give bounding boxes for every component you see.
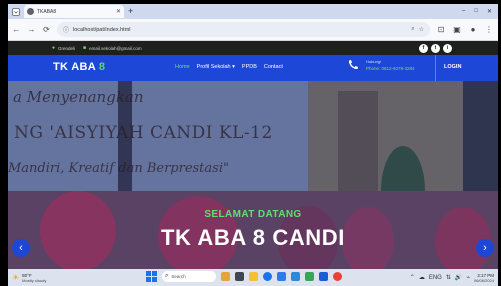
- site-topbar: ● Grendeli ■ email.sekolah@gmail.com f t…: [8, 41, 498, 55]
- menu-contact[interactable]: Contact: [264, 64, 283, 70]
- main-menu: Home Profil Sekolah ▾ PPDB Contact: [175, 64, 283, 70]
- reload-button[interactable]: ⟳: [42, 25, 51, 34]
- taskbar-search[interactable]: ⌕ Search: [162, 271, 216, 282]
- windows-taskbar: ☀ 80°F Mostly cloudy ⌕ Search ⌃ ☁ ENG ⇅ …: [8, 269, 498, 286]
- browser-tabbar: TKABA8 ✕ + – □ ✕: [8, 4, 498, 19]
- weather-desc: Mostly cloudy: [22, 277, 47, 283]
- site-logo[interactable]: TK ABA 8: [53, 61, 105, 73]
- show-hidden-icons[interactable]: ⌃: [410, 274, 415, 281]
- menu-profil-sekolah[interactable]: Profil Sekolah ▾: [197, 64, 235, 70]
- tab-search-icon[interactable]: [10, 6, 22, 18]
- hero-title: TK ABA 8 CANDI: [161, 225, 345, 250]
- cloud-icon[interactable]: ☁: [419, 274, 425, 281]
- nav-divider: [435, 55, 436, 81]
- location-text: Grendeli: [58, 45, 76, 51]
- location-pin-icon: ●: [52, 45, 56, 51]
- new-tab-button[interactable]: +: [128, 7, 133, 16]
- clock[interactable]: 3:17 PM 06/06/2024: [474, 273, 494, 283]
- globe-icon: [27, 8, 34, 15]
- social-links: f t i: [419, 43, 492, 53]
- banner-text-line-1: a Menyenangkan: [13, 88, 144, 106]
- weather-widget[interactable]: ☀ 80°F Mostly cloudy: [12, 273, 72, 283]
- profile-icon[interactable]: ●: [468, 25, 478, 34]
- vscode-icon[interactable]: [291, 272, 300, 281]
- taskbar-apps: ⌕ Search: [146, 271, 342, 282]
- email-text[interactable]: email.sekolah@gmail.com: [89, 46, 142, 51]
- bookmark-star-icon[interactable]: ☆: [419, 26, 424, 33]
- contact-phone: Hubungi Phone: 0812-9278-3284: [346, 58, 415, 72]
- widgets-app-icon[interactable]: [221, 272, 230, 281]
- site-navbar: TK ABA 8 Home Profil Sekolah ▾ PPDB Cont…: [8, 55, 498, 81]
- chrome-browser-icon[interactable]: [333, 272, 342, 281]
- language-indicator[interactable]: ENG: [429, 275, 442, 281]
- start-button[interactable]: [146, 271, 157, 282]
- phone-number: Phone: 0812-9278-3284: [366, 66, 415, 71]
- edge-browser-icon[interactable]: [263, 272, 272, 281]
- browser-toolbar: ← → ⟳ ⓘ localhost/pat/index.html ⌕ ☆ ⊡ ▣…: [8, 19, 498, 41]
- weather-texts: 80°F Mostly cloudy: [22, 273, 46, 283]
- window-controls: – □ ✕: [462, 8, 498, 15]
- menu-ppdb[interactable]: PPDB: [242, 64, 257, 70]
- banner-text-line-2: NG 'AISYIYAH CANDI KL-12: [14, 123, 273, 143]
- screen: TKABA8 ✕ + – □ ✕ ← → ⟳ ⓘ localhost/pat/i…: [0, 0, 501, 286]
- zoom-icon[interactable]: ⌕: [411, 26, 414, 33]
- topbar-email: ■ email.sekolah@gmail.com: [83, 45, 142, 51]
- twitter-icon[interactable]: t: [431, 43, 440, 53]
- menu-icon[interactable]: ⋮: [484, 25, 494, 34]
- facebook-icon[interactable]: f: [419, 43, 428, 53]
- close-window-button[interactable]: ✕: [487, 8, 492, 15]
- tab-title: TKABA8: [37, 8, 57, 15]
- carousel-next-button[interactable]: ›: [476, 239, 494, 257]
- phone-icon: [346, 58, 360, 72]
- hero-subtitle: SELAMAT DATANG: [204, 209, 302, 220]
- topbar-location: ● Grendeli: [52, 45, 75, 51]
- system-tray: ⌃ ☁ ENG ⇅ 🔊 ⌁ 3:17 PM 06/06/2024: [410, 273, 494, 283]
- battery-icon[interactable]: ⌁: [466, 274, 470, 281]
- green-app-icon[interactable]: [305, 272, 314, 281]
- search-placeholder: Search: [171, 274, 186, 279]
- sidebar-icon[interactable]: ▣: [452, 25, 462, 34]
- url-text[interactable]: localhost/pat/index.html: [73, 27, 407, 33]
- site-info-icon[interactable]: ⓘ: [63, 25, 69, 34]
- clock-date: 06/06/2024: [473, 277, 494, 283]
- back-button[interactable]: ←: [12, 25, 21, 34]
- browser-tab[interactable]: TKABA8 ✕: [24, 5, 124, 18]
- brand-text: TK ABA: [53, 61, 99, 73]
- carousel-prev-button[interactable]: ‹: [12, 239, 30, 257]
- login-button[interactable]: LOGIN: [444, 64, 461, 70]
- task-view-icon[interactable]: [235, 272, 244, 281]
- extensions-icon[interactable]: ⊡: [436, 25, 446, 34]
- search-icon: ⌕: [165, 273, 169, 279]
- website: ● Grendeli ■ email.sekolah@gmail.com f t…: [8, 41, 498, 269]
- phone-texts: Hubungi Phone: 0812-9278-3284: [366, 59, 415, 71]
- banner-text-line-3: Mandiri, Kreatif dan Berprestasi": [8, 161, 229, 176]
- instagram-icon[interactable]: i: [443, 43, 452, 53]
- address-bar[interactable]: ⓘ localhost/pat/index.html ⌕ ☆: [57, 22, 430, 37]
- maximize-button[interactable]: □: [474, 8, 478, 15]
- forward-button[interactable]: →: [27, 25, 36, 34]
- sun-cloud-icon: ☀: [12, 273, 20, 282]
- network-icon[interactable]: ⇅: [446, 274, 451, 281]
- hero-carousel: a Menyenangkan NG 'AISYIYAH CANDI KL-12 …: [8, 81, 498, 269]
- file-explorer-icon[interactable]: [249, 272, 258, 281]
- menu-home[interactable]: Home: [175, 64, 190, 70]
- phone-label: Hubungi: [366, 59, 381, 64]
- envelope-icon: ■: [83, 45, 87, 51]
- minimize-button[interactable]: –: [462, 8, 465, 15]
- brand-number: 8: [98, 61, 106, 73]
- volume-icon[interactable]: 🔊: [455, 274, 462, 281]
- close-tab-icon[interactable]: ✕: [116, 8, 121, 15]
- word-app-icon[interactable]: [319, 272, 328, 281]
- store-app-icon[interactable]: [277, 272, 286, 281]
